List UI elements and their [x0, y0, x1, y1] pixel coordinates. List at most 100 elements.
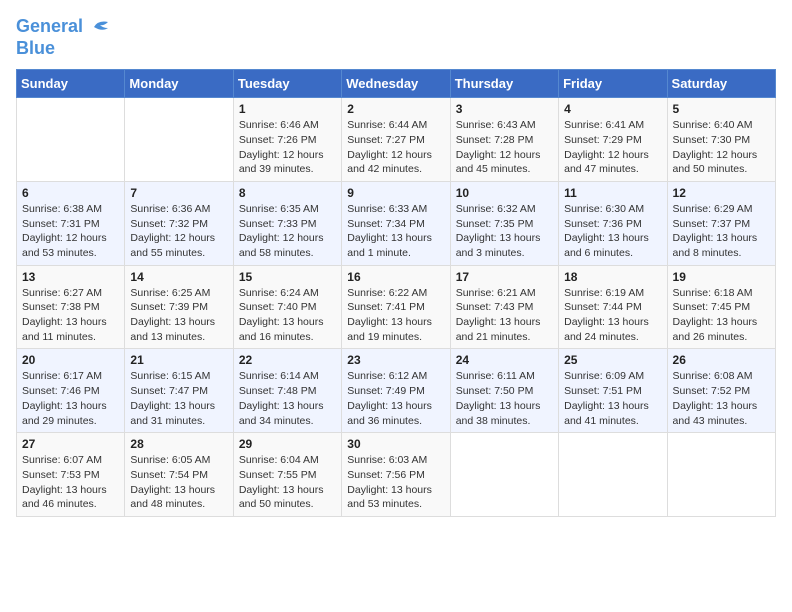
day-cell: 30 Sunrise: 6:03 AM Sunset: 7:56 PM Dayli…: [342, 433, 450, 517]
day-number: 18: [564, 270, 661, 284]
logo-bird-icon: [90, 18, 112, 36]
day-number: 21: [130, 353, 227, 367]
day-cell: 18 Sunrise: 6:19 AM Sunset: 7:44 PM Dayli…: [559, 265, 667, 349]
calendar-table: SundayMondayTuesdayWednesdayThursdayFrid…: [16, 69, 776, 517]
day-cell: 12Sunrise: 6:29 AM Sunset: 7:37 PM Dayli…: [667, 181, 775, 265]
day-number: 24: [456, 353, 553, 367]
weekday-header-sunday: Sunday: [17, 70, 125, 98]
day-number: 28: [130, 437, 227, 451]
day-info: Sunrise: 6:15 AM Sunset: 7:47 PM Dayligh…: [130, 369, 227, 428]
week-row-1: 1Sunrise: 6:46 AM Sunset: 7:26 PM Daylig…: [17, 98, 776, 182]
week-row-5: 27 Sunrise: 6:07 AM Sunset: 7:53 PM Dayli…: [17, 433, 776, 517]
day-info: Sunrise: 6:32 AM Sunset: 7:35 PM Dayligh…: [456, 202, 553, 261]
day-info: Sunrise: 6:38 AM Sunset: 7:31 PM Dayligh…: [22, 202, 119, 261]
day-number: 16: [347, 270, 444, 284]
day-cell: 28 Sunrise: 6:05 AM Sunset: 7:54 PM Dayli…: [125, 433, 233, 517]
calendar-header: SundayMondayTuesdayWednesdayThursdayFrid…: [17, 70, 776, 98]
day-number: 11: [564, 186, 661, 200]
day-number: 29: [239, 437, 336, 451]
day-number: 30: [347, 437, 444, 451]
day-number: 9: [347, 186, 444, 200]
logo: General Blue: [16, 16, 114, 59]
day-info: Sunrise: 6:19 AM Sunset: 7:44 PM Dayligh…: [564, 286, 661, 345]
day-number: 25: [564, 353, 661, 367]
day-cell: [450, 433, 558, 517]
week-row-3: 13 Sunrise: 6:27 AM Sunset: 7:38 PM Dayli…: [17, 265, 776, 349]
day-number: 2: [347, 102, 444, 116]
weekday-header-tuesday: Tuesday: [233, 70, 341, 98]
day-info: Sunrise: 6:35 AM Sunset: 7:33 PM Dayligh…: [239, 202, 336, 261]
week-row-4: 20 Sunrise: 6:17 AM Sunset: 7:46 PM Dayli…: [17, 349, 776, 433]
day-info: Sunrise: 6:44 AM Sunset: 7:27 PM Dayligh…: [347, 118, 444, 177]
day-number: 3: [456, 102, 553, 116]
day-number: 22: [239, 353, 336, 367]
day-cell: 19 Sunrise: 6:18 AM Sunset: 7:45 PM Dayli…: [667, 265, 775, 349]
day-info: Sunrise: 6:40 AM Sunset: 7:30 PM Dayligh…: [673, 118, 770, 177]
day-cell: 3 Sunrise: 6:43 AM Sunset: 7:28 PM Daylig…: [450, 98, 558, 182]
day-info: Sunrise: 6:43 AM Sunset: 7:28 PM Dayligh…: [456, 118, 553, 177]
day-cell: 22 Sunrise: 6:14 AM Sunset: 7:48 PM Dayli…: [233, 349, 341, 433]
day-cell: 1Sunrise: 6:46 AM Sunset: 7:26 PM Daylig…: [233, 98, 341, 182]
day-cell: 23 Sunrise: 6:12 AM Sunset: 7:49 PM Dayli…: [342, 349, 450, 433]
day-number: 15: [239, 270, 336, 284]
day-cell: 11Sunrise: 6:30 AM Sunset: 7:36 PM Dayli…: [559, 181, 667, 265]
weekday-header-monday: Monday: [125, 70, 233, 98]
day-number: 19: [673, 270, 770, 284]
day-info: Sunrise: 6:12 AM Sunset: 7:49 PM Dayligh…: [347, 369, 444, 428]
day-cell: 5 Sunrise: 6:40 AM Sunset: 7:30 PM Daylig…: [667, 98, 775, 182]
day-number: 6: [22, 186, 119, 200]
weekday-header-thursday: Thursday: [450, 70, 558, 98]
day-cell: 4 Sunrise: 6:41 AM Sunset: 7:29 PM Daylig…: [559, 98, 667, 182]
day-cell: 25Sunrise: 6:09 AM Sunset: 7:51 PM Dayli…: [559, 349, 667, 433]
day-number: 14: [130, 270, 227, 284]
day-cell: 6 Sunrise: 6:38 AM Sunset: 7:31 PM Daylig…: [17, 181, 125, 265]
day-cell: 26 Sunrise: 6:08 AM Sunset: 7:52 PM Dayli…: [667, 349, 775, 433]
day-cell: 13 Sunrise: 6:27 AM Sunset: 7:38 PM Dayli…: [17, 265, 125, 349]
day-info: Sunrise: 6:07 AM Sunset: 7:53 PM Dayligh…: [22, 453, 119, 512]
day-number: 20: [22, 353, 119, 367]
day-cell: 16 Sunrise: 6:22 AM Sunset: 7:41 PM Dayli…: [342, 265, 450, 349]
day-cell: 17 Sunrise: 6:21 AM Sunset: 7:43 PM Dayli…: [450, 265, 558, 349]
day-cell: [559, 433, 667, 517]
day-number: 5: [673, 102, 770, 116]
day-info: Sunrise: 6:17 AM Sunset: 7:46 PM Dayligh…: [22, 369, 119, 428]
day-info: Sunrise: 6:25 AM Sunset: 7:39 PM Dayligh…: [130, 286, 227, 345]
day-cell: [667, 433, 775, 517]
logo-blue: Blue: [16, 38, 55, 58]
day-cell: 9 Sunrise: 6:33 AM Sunset: 7:34 PM Daylig…: [342, 181, 450, 265]
day-number: 27: [22, 437, 119, 451]
page-header: General Blue: [16, 16, 776, 59]
day-number: 4: [564, 102, 661, 116]
day-info: Sunrise: 6:05 AM Sunset: 7:54 PM Dayligh…: [130, 453, 227, 512]
day-info: Sunrise: 6:33 AM Sunset: 7:34 PM Dayligh…: [347, 202, 444, 261]
day-info: Sunrise: 6:27 AM Sunset: 7:38 PM Dayligh…: [22, 286, 119, 345]
day-info: Sunrise: 6:18 AM Sunset: 7:45 PM Dayligh…: [673, 286, 770, 345]
day-cell: [125, 98, 233, 182]
day-cell: [17, 98, 125, 182]
weekday-header-saturday: Saturday: [667, 70, 775, 98]
day-cell: 15 Sunrise: 6:24 AM Sunset: 7:40 PM Dayli…: [233, 265, 341, 349]
day-info: Sunrise: 6:46 AM Sunset: 7:26 PM Dayligh…: [239, 118, 336, 177]
day-cell: 14 Sunrise: 6:25 AM Sunset: 7:39 PM Dayli…: [125, 265, 233, 349]
day-cell: 29Sunrise: 6:04 AM Sunset: 7:55 PM Dayli…: [233, 433, 341, 517]
day-number: 26: [673, 353, 770, 367]
day-info: Sunrise: 6:08 AM Sunset: 7:52 PM Dayligh…: [673, 369, 770, 428]
day-number: 23: [347, 353, 444, 367]
day-info: Sunrise: 6:36 AM Sunset: 7:32 PM Dayligh…: [130, 202, 227, 261]
day-info: Sunrise: 6:24 AM Sunset: 7:40 PM Dayligh…: [239, 286, 336, 345]
day-cell: 21 Sunrise: 6:15 AM Sunset: 7:47 PM Dayli…: [125, 349, 233, 433]
weekday-header-wednesday: Wednesday: [342, 70, 450, 98]
day-info: Sunrise: 6:41 AM Sunset: 7:29 PM Dayligh…: [564, 118, 661, 177]
day-info: Sunrise: 6:14 AM Sunset: 7:48 PM Dayligh…: [239, 369, 336, 428]
day-info: Sunrise: 6:22 AM Sunset: 7:41 PM Dayligh…: [347, 286, 444, 345]
day-number: 10: [456, 186, 553, 200]
day-cell: 27 Sunrise: 6:07 AM Sunset: 7:53 PM Dayli…: [17, 433, 125, 517]
day-cell: 2 Sunrise: 6:44 AM Sunset: 7:27 PM Daylig…: [342, 98, 450, 182]
day-number: 13: [22, 270, 119, 284]
day-info: Sunrise: 6:21 AM Sunset: 7:43 PM Dayligh…: [456, 286, 553, 345]
week-row-2: 6 Sunrise: 6:38 AM Sunset: 7:31 PM Daylig…: [17, 181, 776, 265]
logo-text: General Blue: [16, 16, 114, 59]
day-info: Sunrise: 6:03 AM Sunset: 7:56 PM Dayligh…: [347, 453, 444, 512]
day-number: 17: [456, 270, 553, 284]
day-cell: 8Sunrise: 6:35 AM Sunset: 7:33 PM Daylig…: [233, 181, 341, 265]
